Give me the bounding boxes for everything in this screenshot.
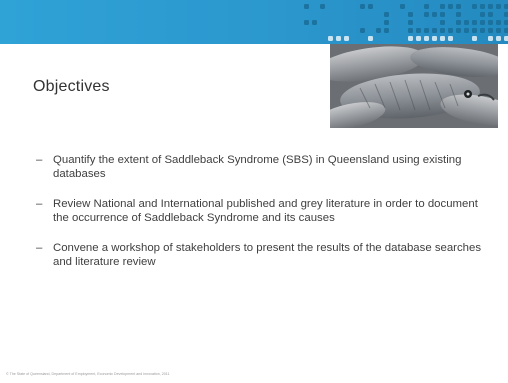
bullet-dash: –	[36, 154, 43, 166]
list-item: – Review National and International publ…	[36, 197, 486, 225]
list-item: – Convene a workshop of stakeholders to …	[36, 241, 486, 269]
slide: Objectives – Quantify the extent of Sadd…	[0, 0, 508, 383]
list-item: – Quantify the extent of Saddleback Synd…	[36, 153, 486, 181]
bullet-dash: –	[36, 198, 43, 210]
bullet-text: Review National and International publis…	[53, 198, 478, 224]
objectives-list: – Quantify the extent of Saddleback Synd…	[36, 153, 486, 285]
copyright-footer: © The State of Queensland, Department of…	[6, 372, 170, 376]
fish-photo	[328, 44, 498, 128]
bullet-text: Convene a workshop of stakeholders to pr…	[53, 242, 482, 268]
bullet-text: Quantify the extent of Saddleback Syndro…	[53, 154, 462, 180]
slide-title: Objectives	[33, 78, 110, 95]
bullet-dash: –	[36, 242, 43, 254]
